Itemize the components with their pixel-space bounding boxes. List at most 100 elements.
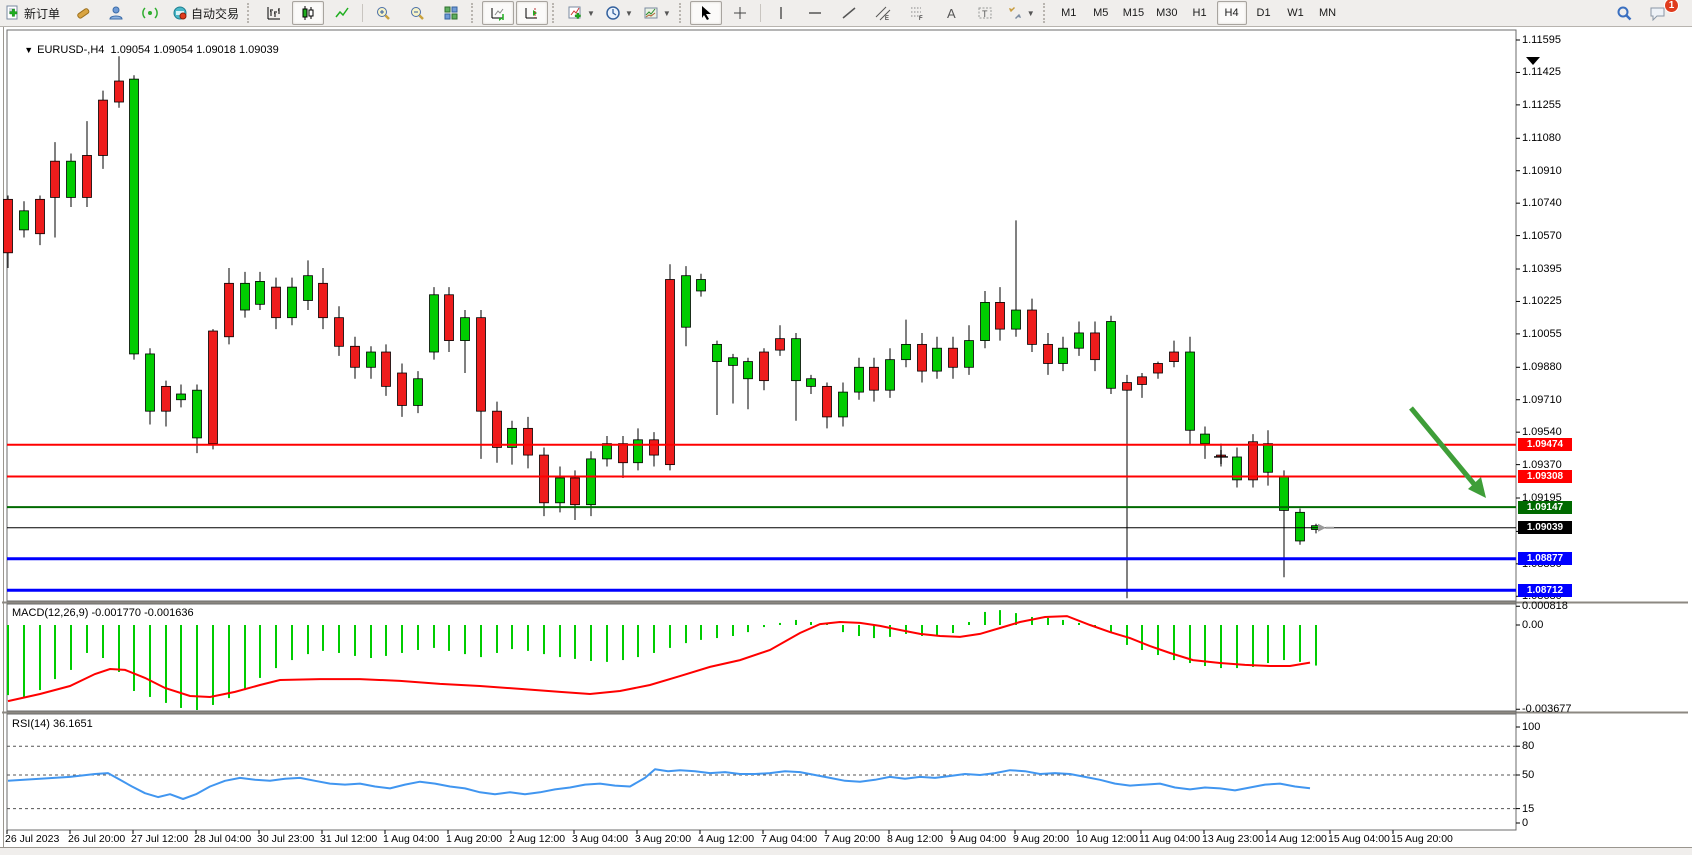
candle: [4, 199, 13, 252]
profile-button[interactable]: [100, 1, 132, 25]
scroll-end-triangle[interactable]: [1526, 57, 1540, 65]
candle: [918, 344, 927, 371]
candle: [1154, 363, 1163, 373]
candle: [634, 440, 643, 463]
candle: [477, 318, 486, 412]
macd-axis-label: -0.003677: [1522, 703, 1572, 715]
timeframe-M5[interactable]: M5: [1086, 1, 1116, 25]
autotrade-button[interactable]: 自动交易: [168, 1, 243, 25]
time-tick-label: 7 Aug 04:00: [761, 833, 817, 845]
candle: [367, 352, 376, 367]
candle: [1059, 348, 1068, 363]
crosshair-button[interactable]: [724, 1, 756, 25]
candle: [744, 362, 753, 379]
candle: [965, 341, 974, 368]
trendline-button[interactable]: [833, 1, 865, 25]
svg-text:A: A: [947, 6, 956, 21]
crayon-button[interactable]: [66, 1, 98, 25]
rsi-axis-label: 0: [1522, 817, 1528, 829]
search-button[interactable]: [1608, 1, 1640, 25]
candle: [335, 318, 344, 347]
price-line-badge: 1.09147: [1518, 501, 1572, 514]
symbol-period: EURUSD-,H4: [37, 44, 104, 56]
crosshair-icon: [732, 5, 748, 21]
candle: [524, 428, 533, 455]
time-tick-label: 13 Aug 23:00: [1202, 833, 1264, 845]
candle-chart-button[interactable]: [292, 1, 324, 25]
timeframe-M30[interactable]: M30: [1151, 1, 1182, 25]
zoom-in-button[interactable]: [367, 1, 399, 25]
notification-count-badge: 1: [1664, 0, 1679, 13]
fibonacci-icon: F: [909, 5, 925, 21]
toolbar-grip: [552, 3, 559, 23]
chart-title: ▼EURUSD-,H4 1.09054 1.09054 1.09018 1.09…: [12, 32, 279, 68]
candle: [51, 161, 60, 197]
trendline-icon: [841, 5, 857, 21]
zoom-out-button[interactable]: [401, 1, 433, 25]
candle: [1012, 310, 1021, 329]
text-label-button[interactable]: T: [969, 1, 1001, 25]
collapse-triangle-icon[interactable]: ▼: [24, 45, 33, 55]
price-line-badge: 1.09474: [1518, 438, 1572, 451]
candle: [241, 283, 250, 310]
chart-plot[interactable]: [0, 27, 1692, 854]
time-tick-label: 8 Aug 12:00: [887, 833, 943, 845]
price-tick-label: 1.11595: [1522, 34, 1561, 46]
candle: [1075, 333, 1084, 348]
text-label-icon: T: [977, 5, 993, 21]
new-order-button[interactable]: 新订单: [1, 1, 64, 25]
candle: [193, 390, 202, 438]
timeframe-H1[interactable]: H1: [1185, 1, 1215, 25]
horizontal-line-button[interactable]: [799, 1, 831, 25]
signal-button[interactable]: [134, 1, 166, 25]
bar-chart-button[interactable]: [258, 1, 290, 25]
candle: [36, 199, 45, 233]
candle: [130, 79, 139, 354]
cursor-button[interactable]: [690, 1, 722, 25]
templates-button[interactable]: ▼: [639, 1, 675, 25]
fibonacci-button[interactable]: F: [901, 1, 933, 25]
timeframe-M1[interactable]: M1: [1054, 1, 1084, 25]
timeframe-D1[interactable]: D1: [1249, 1, 1279, 25]
candle: [902, 344, 911, 359]
candle: [414, 379, 423, 406]
candle: [587, 459, 596, 505]
time-tick-label: 4 Aug 12:00: [698, 833, 754, 845]
timeframe-H4[interactable]: H4: [1217, 1, 1247, 25]
vertical-line-button[interactable]: [765, 1, 797, 25]
notifications-button[interactable]: 1: [1642, 1, 1674, 25]
templates-icon: [643, 5, 659, 21]
auto-scroll-button[interactable]: [482, 1, 514, 25]
candle: [776, 339, 785, 350]
line-chart-button[interactable]: [326, 1, 358, 25]
price-tick-label: 1.10740: [1522, 197, 1562, 209]
indicators-button[interactable]: ▼: [563, 1, 599, 25]
arrows-button[interactable]: ▼: [1003, 1, 1039, 25]
candle: [1170, 352, 1179, 362]
zoom-out-icon: [409, 5, 425, 21]
time-tick-label: 30 Jul 23:00: [257, 833, 314, 845]
chart-shift-button[interactable]: [516, 1, 548, 25]
price-tick-label: 1.10910: [1522, 165, 1562, 177]
timeframe-W1[interactable]: W1: [1281, 1, 1311, 25]
channel-button[interactable]: E: [867, 1, 899, 25]
time-tick-label: 26 Jul 2023: [5, 833, 59, 845]
candle: [1028, 310, 1037, 344]
indicators-icon: [567, 5, 583, 21]
price-line-badge: 1.09039: [1518, 521, 1572, 534]
candle: [461, 318, 470, 341]
price-tick-label: 1.10570: [1522, 230, 1562, 242]
toolbar-grip: [471, 3, 478, 23]
price-line-badge: 1.08712: [1518, 584, 1572, 597]
time-tick-label: 31 Jul 12:00: [320, 833, 377, 845]
timeframe-M15[interactable]: M15: [1118, 1, 1149, 25]
periods-button[interactable]: ▼: [601, 1, 637, 25]
chevron-down-icon: ▼: [663, 9, 671, 18]
candle: [1249, 442, 1258, 480]
price-tick-label: 1.11080: [1522, 132, 1561, 144]
tile-windows-button[interactable]: [435, 1, 467, 25]
text-button[interactable]: A: [935, 1, 967, 25]
chevron-down-icon: ▼: [587, 9, 595, 18]
candle: [1123, 383, 1132, 391]
timeframe-MN[interactable]: MN: [1313, 1, 1343, 25]
